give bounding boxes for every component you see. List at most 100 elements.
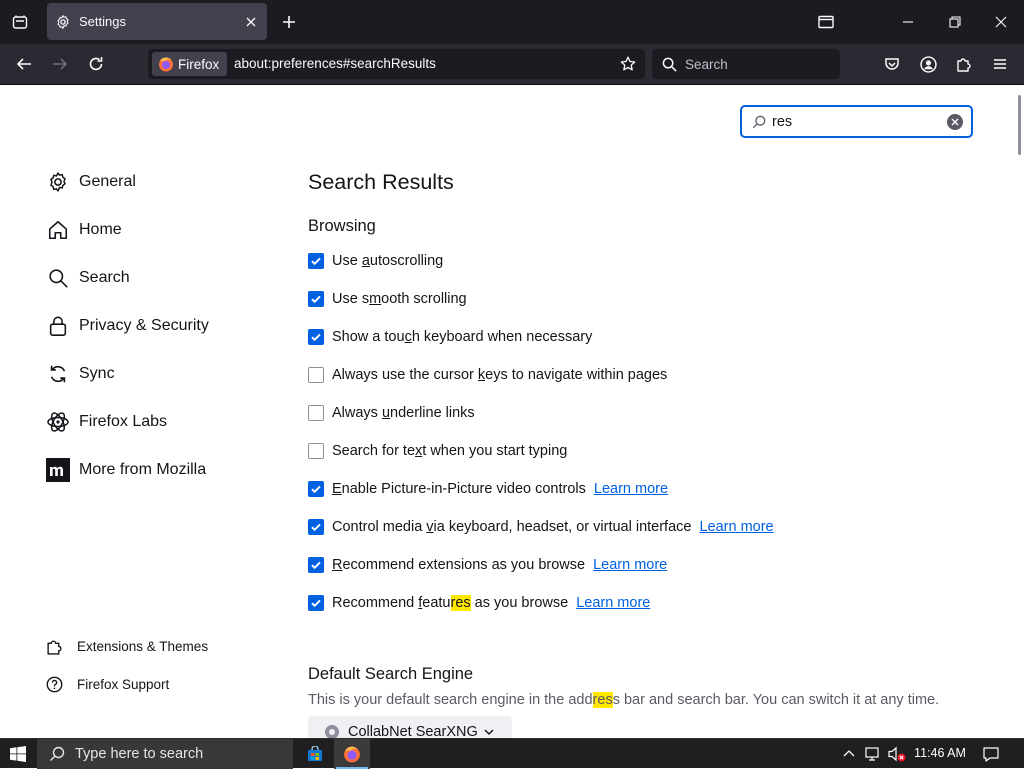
sync-icon <box>46 362 70 386</box>
bookmark-star-button[interactable] <box>617 53 639 75</box>
extensions-themes-label: Extensions & Themes <box>77 638 209 654</box>
browsing-option[interactable]: Enable Picture-in-Picture video controls… <box>308 478 668 500</box>
sidebar-item-label: Firefox Labs <box>79 413 168 430</box>
scrollbar[interactable] <box>1016 85 1024 738</box>
checkbox[interactable] <box>308 253 324 269</box>
browsing-option[interactable]: Use autoscrolling <box>308 250 443 272</box>
default-engine-label: CollabNet SearXNG <box>348 724 478 738</box>
reload-button[interactable] <box>82 50 110 78</box>
browsing-option[interactable]: Always underline links <box>308 402 475 424</box>
new-tab-button[interactable] <box>277 10 301 34</box>
checkbox[interactable] <box>308 481 324 497</box>
url-text[interactable]: about:preferences#searchResults <box>234 56 436 71</box>
notifications-button[interactable] <box>983 739 999 769</box>
checkbox[interactable] <box>308 557 324 573</box>
list-all-tabs-button[interactable] <box>812 8 840 36</box>
network-status[interactable] <box>865 739 883 769</box>
extensions-button[interactable] <box>950 50 978 78</box>
browsing-option[interactable]: Show a touch keyboard when necessary <box>308 326 592 348</box>
firefox-support-link[interactable]: Firefox Support <box>46 673 169 695</box>
gear-icon <box>57 14 69 29</box>
sidebar-item-firefox-labs[interactable]: Firefox Labs <box>46 407 266 437</box>
sidebar-item-search[interactable]: Search <box>46 263 266 293</box>
back-button[interactable] <box>10 50 38 78</box>
checkbox[interactable] <box>308 367 324 383</box>
sidebar-item-home[interactable]: Home <box>46 215 266 245</box>
checkbox[interactable] <box>308 405 324 421</box>
browsing-option[interactable]: Search for text when you start typing <box>308 440 567 462</box>
learn-more-link[interactable]: Learn more <box>576 595 650 611</box>
taskbar-clock[interactable]: 11:46 AM <box>910 746 970 760</box>
chevron-up-icon <box>843 750 855 757</box>
identity-box[interactable]: Firefox <box>152 52 228 76</box>
firefox-support-label: Firefox Support <box>77 676 170 692</box>
plus-icon <box>283 16 295 28</box>
firefox-view-button[interactable] <box>6 8 34 36</box>
sidebar-item-label: Sync <box>79 365 115 382</box>
learn-more-link[interactable]: Learn more <box>593 557 667 573</box>
taskbar-app-firefox[interactable] <box>334 739 370 769</box>
notification-icon <box>983 747 999 762</box>
firefox-view-icon <box>12 15 28 29</box>
checkbox[interactable] <box>308 291 324 307</box>
taskbar-search-box[interactable]: Type here to search <box>37 739 293 769</box>
browsing-option[interactable]: Always use the cursor keys to navigate w… <box>308 364 667 386</box>
find-in-settings-box[interactable] <box>740 105 973 138</box>
clear-search-icon[interactable] <box>947 113 963 130</box>
close-icon <box>995 16 1007 28</box>
account-button[interactable] <box>914 50 942 78</box>
forward-button[interactable] <box>46 50 74 78</box>
app-menu-button[interactable] <box>986 50 1014 78</box>
close-tab-icon[interactable] <box>243 14 259 30</box>
search-bar-placeholder: Search <box>685 56 728 72</box>
learn-more-link[interactable]: Learn more <box>594 481 668 497</box>
sidebar-item-label: Privacy & Security <box>79 317 209 334</box>
store-icon <box>308 746 322 761</box>
browsing-option[interactable]: Recommend features as you browse Learn mo… <box>308 592 650 614</box>
scrollbar-thumb[interactable] <box>1018 95 1021 155</box>
option-label: Search for text when you start typing <box>332 443 568 459</box>
browsing-option[interactable]: Control media via keyboard, headset, or … <box>308 516 774 538</box>
sidebar-item-sync[interactable]: Sync <box>46 359 266 389</box>
search-icon <box>662 57 677 72</box>
checkbox[interactable] <box>308 595 324 611</box>
learn-more-link[interactable]: Learn more <box>699 519 773 535</box>
url-bar[interactable]: Firefox about:preferences#searchResults <box>148 49 645 79</box>
search-bar[interactable]: Search <box>652 49 840 79</box>
checkbox[interactable] <box>308 519 324 535</box>
find-in-settings-input[interactable] <box>772 113 947 130</box>
start-button[interactable] <box>0 739 36 769</box>
browsing-option[interactable]: Use smooth scrolling <box>308 288 467 310</box>
engine-favicon-icon <box>325 725 339 738</box>
checkbox[interactable] <box>308 329 324 345</box>
gear-icon <box>46 170 70 194</box>
option-label: Use autoscrolling <box>332 253 444 269</box>
option-label: Recommend extensions as you browse <box>332 557 586 573</box>
taskbar-app-store[interactable] <box>297 739 333 769</box>
hamburger-menu-icon <box>994 59 1006 69</box>
close-window-button[interactable] <box>987 8 1015 36</box>
restore-button[interactable] <box>941 8 969 36</box>
tab-settings[interactable]: Settings <box>47 3 267 40</box>
sidebar-item-privacy[interactable]: Privacy & Security <box>46 311 266 341</box>
puzzle-icon <box>957 58 971 72</box>
help-icon <box>46 676 63 692</box>
minimize-button[interactable] <box>894 8 922 36</box>
identity-label: Firefox <box>178 56 220 72</box>
option-label: Recommend features as you browse <box>332 595 569 611</box>
puzzle-icon <box>47 640 62 655</box>
search-highlight: res <box>450 595 471 611</box>
browsing-option[interactable]: Recommend extensions as you browse Learn … <box>308 554 667 576</box>
volume-status[interactable] <box>888 739 906 769</box>
network-icon <box>865 747 879 761</box>
search-highlight: res <box>592 692 613 708</box>
sidebar-item-general[interactable]: General <box>46 167 266 197</box>
show-hidden-icons-button[interactable] <box>842 739 856 769</box>
default-engine-dropdown[interactable]: CollabNet SearXNG <box>308 716 512 738</box>
extensions-themes-link[interactable]: Extensions & Themes <box>46 635 208 657</box>
pocket-button[interactable] <box>878 50 906 78</box>
mozilla-m-icon <box>46 458 70 482</box>
checkbox[interactable] <box>308 443 324 459</box>
sidebar-item-more-from-mozilla[interactable]: More from Mozilla <box>46 455 266 485</box>
labs-icon <box>46 410 70 434</box>
